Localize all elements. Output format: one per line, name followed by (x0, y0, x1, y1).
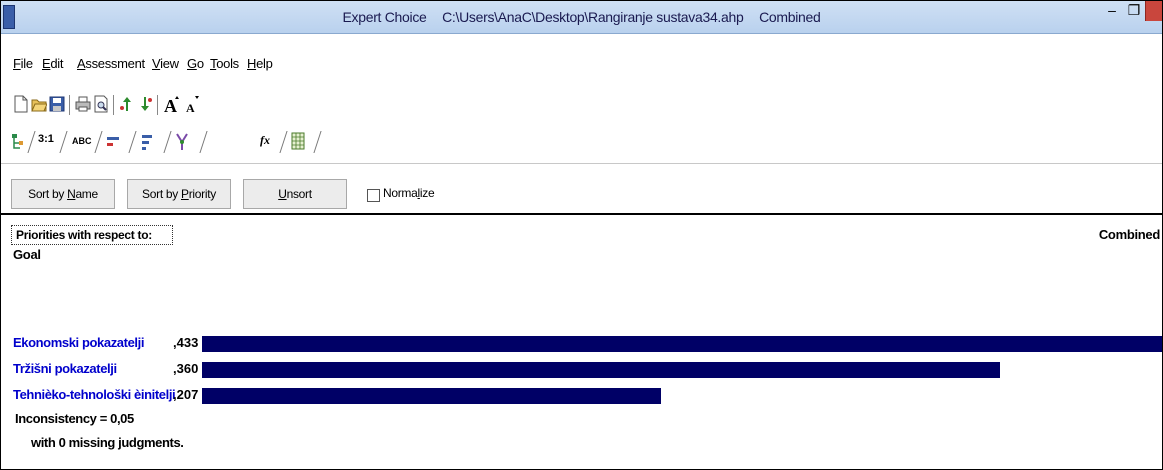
font-increase-icon[interactable]: A (163, 95, 181, 113)
toolbar-separator (157, 95, 158, 115)
unsort-label: Unsort (278, 187, 312, 201)
font-decrease-icon[interactable]: A (185, 95, 201, 113)
tab-formula[interactable]: fx (260, 133, 270, 153)
tab-separator (271, 131, 288, 153)
tab-separator (305, 131, 322, 153)
priority-value: ,433 (173, 335, 199, 350)
criterion-name: Ekonomski pokazatelji (13, 335, 145, 350)
tab-separator (120, 131, 137, 153)
sort-by-priority-label: Sort by Priority (142, 187, 216, 201)
section-divider (1, 213, 1162, 215)
inconsistency-label: Inconsistency = 0,05 (15, 411, 134, 426)
title-file-path: C:\Users\AnaC\Desktop\Rangiranje sustava… (442, 9, 744, 25)
open-folder-icon[interactable] (31, 95, 47, 113)
missing-judgments-label: with 0 missing judgments. (31, 435, 184, 450)
priority-row[interactable]: Tehnièko-tehnološki èinitelji ,207 (1, 386, 1162, 406)
mode-label: Combined (1098, 227, 1160, 242)
print-preview-icon[interactable] (93, 95, 109, 113)
sensitivity-icon[interactable] (175, 132, 189, 152)
criterion-name: Tržišni pokazatelji (13, 361, 117, 376)
title-bar[interactable]: Expert Choice C:\Users\AnaC\Desktop\Rang… (1, 1, 1162, 34)
window-title: Expert Choice C:\Users\AnaC\Desktop\Rang… (1, 9, 1162, 25)
priority-bar (202, 362, 1000, 378)
tab-separator (86, 131, 103, 153)
restore-button[interactable]: ❐ (1123, 1, 1145, 21)
move-down-icon[interactable] (137, 95, 153, 113)
sorted-bars-icon[interactable] (141, 133, 153, 151)
tab-separator (191, 131, 208, 153)
normalize-label[interactable]: Normalize (383, 186, 435, 200)
graphical-bars-icon[interactable] (106, 135, 120, 149)
priority-value: ,360 (173, 361, 199, 376)
sort-by-name-button[interactable]: Sort by Name (11, 179, 115, 209)
menu-go[interactable]: Go (187, 56, 204, 71)
tab-separator (155, 131, 172, 153)
menu-edit[interactable]: Edit (42, 56, 64, 71)
goal-label: Goal (13, 247, 41, 262)
spreadsheet-icon[interactable] (291, 132, 305, 150)
title-view-name: Combined (759, 9, 821, 25)
move-up-icon[interactable] (119, 95, 135, 113)
menu-assessment[interactable]: Assessment (77, 56, 145, 71)
save-icon[interactable] (49, 95, 65, 113)
menu-help[interactable]: Help (247, 56, 273, 71)
new-file-icon[interactable] (13, 95, 29, 113)
menu-file[interactable]: File (13, 56, 33, 71)
svg-text:A: A (164, 96, 177, 113)
minimize-button[interactable]: – (1101, 1, 1123, 21)
normalize-checkbox[interactable] (367, 189, 380, 202)
close-button[interactable] (1145, 1, 1162, 21)
priority-value: ,207 (173, 387, 199, 402)
toolbar-separator (113, 95, 114, 115)
app-window: Expert Choice C:\Users\AnaC\Desktop\Rang… (0, 0, 1163, 470)
priorities-header[interactable]: Priorities with respect to: (11, 225, 173, 245)
priority-row[interactable]: Tržišni pokazatelji ,360 (1, 360, 1162, 380)
priority-row[interactable]: Ekonomski pokazatelji ,433 (1, 334, 1162, 354)
criterion-name: Tehnièko-tehnološki èinitelji (13, 387, 176, 402)
sort-by-priority-button[interactable]: Sort by Priority (127, 179, 231, 209)
unsort-button[interactable]: Unsort (243, 179, 347, 209)
title-app-name: Expert Choice (342, 9, 427, 25)
print-icon[interactable] (75, 95, 91, 113)
menu-items: File Edit Assessment View Go Tools Help (1, 56, 301, 78)
menu-tools[interactable]: Tools (210, 56, 239, 71)
toolbar-divider (1, 163, 1162, 164)
sort-controls: Sort by Name Sort by Priority Unsort Nor… (1, 171, 1162, 211)
priority-bar (202, 336, 1162, 352)
svg-text:A: A (186, 101, 195, 113)
toolbar-separator (69, 95, 70, 115)
priority-bar (202, 388, 661, 404)
sort-by-name-label: Sort by Name (28, 187, 98, 201)
menu-view[interactable]: View (152, 56, 179, 71)
